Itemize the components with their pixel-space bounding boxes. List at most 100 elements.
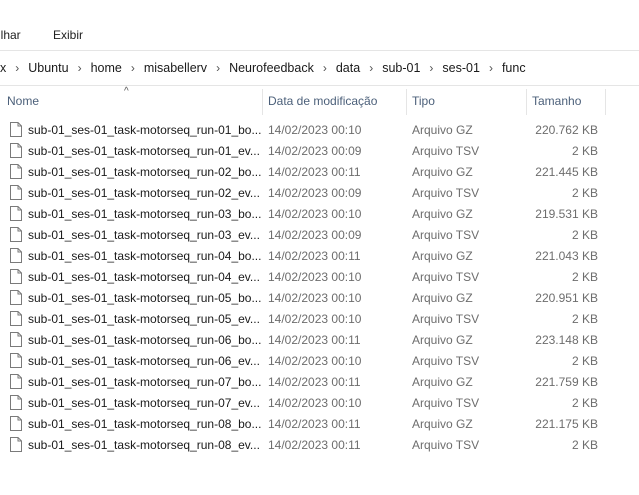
file-icon bbox=[10, 374, 22, 389]
breadcrumb-user[interactable]: misabellerv bbox=[140, 61, 211, 75]
file-date: 14/02/2023 00:11 bbox=[268, 249, 361, 263]
file-row[interactable]: sub-01_ses-01_task-motorseq_run-02_bo...… bbox=[0, 162, 639, 183]
file-row[interactable]: sub-01_ses-01_task-motorseq_run-02_ev...… bbox=[0, 183, 639, 204]
file-name: sub-01_ses-01_task-motorseq_run-08_bo... bbox=[28, 417, 262, 431]
file-date: 14/02/2023 00:10 bbox=[268, 123, 362, 137]
file-date: 14/02/2023 00:10 bbox=[268, 291, 362, 305]
column-header-size[interactable]: Tamanho bbox=[532, 87, 581, 115]
breadcrumb-separator-icon[interactable]: › bbox=[424, 61, 438, 75]
file-type: Arquivo GZ bbox=[412, 375, 473, 389]
column-header-type[interactable]: Tipo bbox=[412, 87, 435, 115]
file-size: 2 KB bbox=[571, 354, 598, 368]
file-name: sub-01_ses-01_task-motorseq_run-03_bo... bbox=[28, 207, 262, 221]
column-headers: ^ Nome Data de modificação Tipo Tamanho bbox=[0, 87, 639, 117]
file-row[interactable]: sub-01_ses-01_task-motorseq_run-01_bo...… bbox=[0, 120, 639, 141]
file-row[interactable]: sub-01_ses-01_task-motorseq_run-05_ev...… bbox=[0, 309, 639, 330]
breadcrumb-separator-icon[interactable]: › bbox=[211, 61, 225, 75]
column-divider[interactable] bbox=[526, 89, 527, 115]
file-type: Arquivo GZ bbox=[412, 291, 473, 305]
breadcrumb-separator-icon[interactable]: › bbox=[10, 61, 24, 75]
menu-bar: ilhar Exibir bbox=[0, 0, 639, 46]
file-date: 14/02/2023 00:10 bbox=[268, 354, 362, 368]
file-icon bbox=[10, 395, 22, 410]
file-row[interactable]: sub-01_ses-01_task-motorseq_run-06_ev...… bbox=[0, 351, 639, 372]
column-divider[interactable] bbox=[406, 89, 407, 115]
breadcrumb-separator-icon[interactable]: › bbox=[73, 61, 87, 75]
breadcrumb-overflow[interactable]: x bbox=[0, 61, 10, 75]
file-icon bbox=[10, 122, 22, 137]
file-date: 14/02/2023 00:10 bbox=[268, 270, 362, 284]
file-size: 2 KB bbox=[571, 228, 598, 242]
file-type: Arquivo GZ bbox=[412, 417, 473, 431]
breadcrumb-neurofeedback[interactable]: Neurofeedback bbox=[225, 61, 318, 75]
file-type: Arquivo TSV bbox=[412, 186, 480, 200]
file-row[interactable]: sub-01_ses-01_task-motorseq_run-03_ev...… bbox=[0, 225, 639, 246]
column-header-date[interactable]: Data de modificação bbox=[268, 87, 377, 115]
breadcrumb-sub-01[interactable]: sub-01 bbox=[378, 61, 424, 75]
file-type: Arquivo TSV bbox=[412, 312, 480, 326]
column-divider[interactable] bbox=[605, 89, 606, 115]
file-name: sub-01_ses-01_task-motorseq_run-02_ev... bbox=[28, 186, 260, 200]
file-row[interactable]: sub-01_ses-01_task-motorseq_run-04_bo...… bbox=[0, 246, 639, 267]
file-icon bbox=[10, 227, 22, 242]
file-row[interactable]: sub-01_ses-01_task-motorseq_run-08_bo...… bbox=[0, 414, 639, 435]
breadcrumb-data[interactable]: data bbox=[332, 61, 364, 75]
file-type: Arquivo TSV bbox=[412, 270, 480, 284]
breadcrumb-home[interactable]: home bbox=[87, 61, 126, 75]
file-size: 2 KB bbox=[571, 396, 598, 410]
file-name: sub-01_ses-01_task-motorseq_run-05_bo... bbox=[28, 291, 262, 305]
menu-share[interactable]: ilhar bbox=[0, 28, 21, 42]
file-row[interactable]: sub-01_ses-01_task-motorseq_run-06_bo...… bbox=[0, 330, 639, 351]
file-icon bbox=[10, 311, 22, 326]
file-name: sub-01_ses-01_task-motorseq_run-03_ev... bbox=[28, 228, 260, 242]
file-size: 2 KB bbox=[571, 144, 598, 158]
address-bar[interactable]: x › Ubuntu › home › misabellerv › Neurof… bbox=[0, 50, 639, 86]
file-row[interactable]: sub-01_ses-01_task-motorseq_run-08_ev...… bbox=[0, 435, 639, 456]
file-icon bbox=[10, 353, 22, 368]
file-size: 219.531 KB bbox=[535, 207, 598, 221]
file-type: Arquivo GZ bbox=[412, 249, 473, 263]
breadcrumb-separator-icon[interactable]: › bbox=[318, 61, 332, 75]
breadcrumb-separator-icon[interactable]: › bbox=[126, 61, 140, 75]
file-name: sub-01_ses-01_task-motorseq_run-01_bo... bbox=[28, 123, 262, 137]
column-header-name[interactable]: Nome bbox=[7, 87, 39, 115]
file-date: 14/02/2023 00:10 bbox=[268, 396, 362, 410]
file-type: Arquivo GZ bbox=[412, 165, 473, 179]
file-date: 14/02/2023 00:10 bbox=[268, 207, 362, 221]
file-size: 221.175 KB bbox=[535, 417, 598, 431]
file-name: sub-01_ses-01_task-motorseq_run-02_bo... bbox=[28, 165, 262, 179]
breadcrumb-separator-icon[interactable]: › bbox=[484, 61, 498, 75]
breadcrumb-separator-icon[interactable]: › bbox=[364, 61, 378, 75]
file-list: sub-01_ses-01_task-motorseq_run-01_bo...… bbox=[0, 120, 639, 456]
file-name: sub-01_ses-01_task-motorseq_run-06_ev... bbox=[28, 354, 260, 368]
file-size: 223.148 KB bbox=[535, 333, 598, 347]
file-name: sub-01_ses-01_task-motorseq_run-04_ev... bbox=[28, 270, 260, 284]
file-row[interactable]: sub-01_ses-01_task-motorseq_run-03_bo...… bbox=[0, 204, 639, 225]
file-size: 221.759 KB bbox=[535, 375, 598, 389]
menu-view[interactable]: Exibir bbox=[53, 28, 83, 42]
sort-ascending-icon: ^ bbox=[124, 86, 129, 97]
file-type: Arquivo TSV bbox=[412, 396, 480, 410]
file-size: 220.762 KB bbox=[535, 123, 598, 137]
file-row[interactable]: sub-01_ses-01_task-motorseq_run-07_ev...… bbox=[0, 393, 639, 414]
file-row[interactable]: sub-01_ses-01_task-motorseq_run-05_bo...… bbox=[0, 288, 639, 309]
file-date: 14/02/2023 00:09 bbox=[268, 144, 362, 158]
file-date: 14/02/2023 00:09 bbox=[268, 228, 362, 242]
breadcrumb-func[interactable]: func bbox=[498, 61, 530, 75]
file-icon bbox=[10, 332, 22, 347]
file-row[interactable]: sub-01_ses-01_task-motorseq_run-01_ev...… bbox=[0, 141, 639, 162]
file-date: 14/02/2023 00:10 bbox=[268, 312, 362, 326]
file-date: 14/02/2023 00:11 bbox=[268, 333, 361, 347]
file-row[interactable]: sub-01_ses-01_task-motorseq_run-07_bo...… bbox=[0, 372, 639, 393]
file-date: 14/02/2023 00:09 bbox=[268, 186, 362, 200]
file-size: 2 KB bbox=[571, 312, 598, 326]
file-row[interactable]: sub-01_ses-01_task-motorseq_run-04_ev...… bbox=[0, 267, 639, 288]
breadcrumb-ubuntu[interactable]: Ubuntu bbox=[24, 61, 72, 75]
file-name: sub-01_ses-01_task-motorseq_run-08_ev... bbox=[28, 438, 260, 452]
file-size: 2 KB bbox=[571, 186, 598, 200]
file-size: 221.043 KB bbox=[535, 249, 598, 263]
file-icon bbox=[10, 143, 22, 158]
file-date: 14/02/2023 00:11 bbox=[268, 417, 361, 431]
column-divider[interactable] bbox=[262, 89, 263, 115]
breadcrumb-ses-01[interactable]: ses-01 bbox=[438, 61, 484, 75]
